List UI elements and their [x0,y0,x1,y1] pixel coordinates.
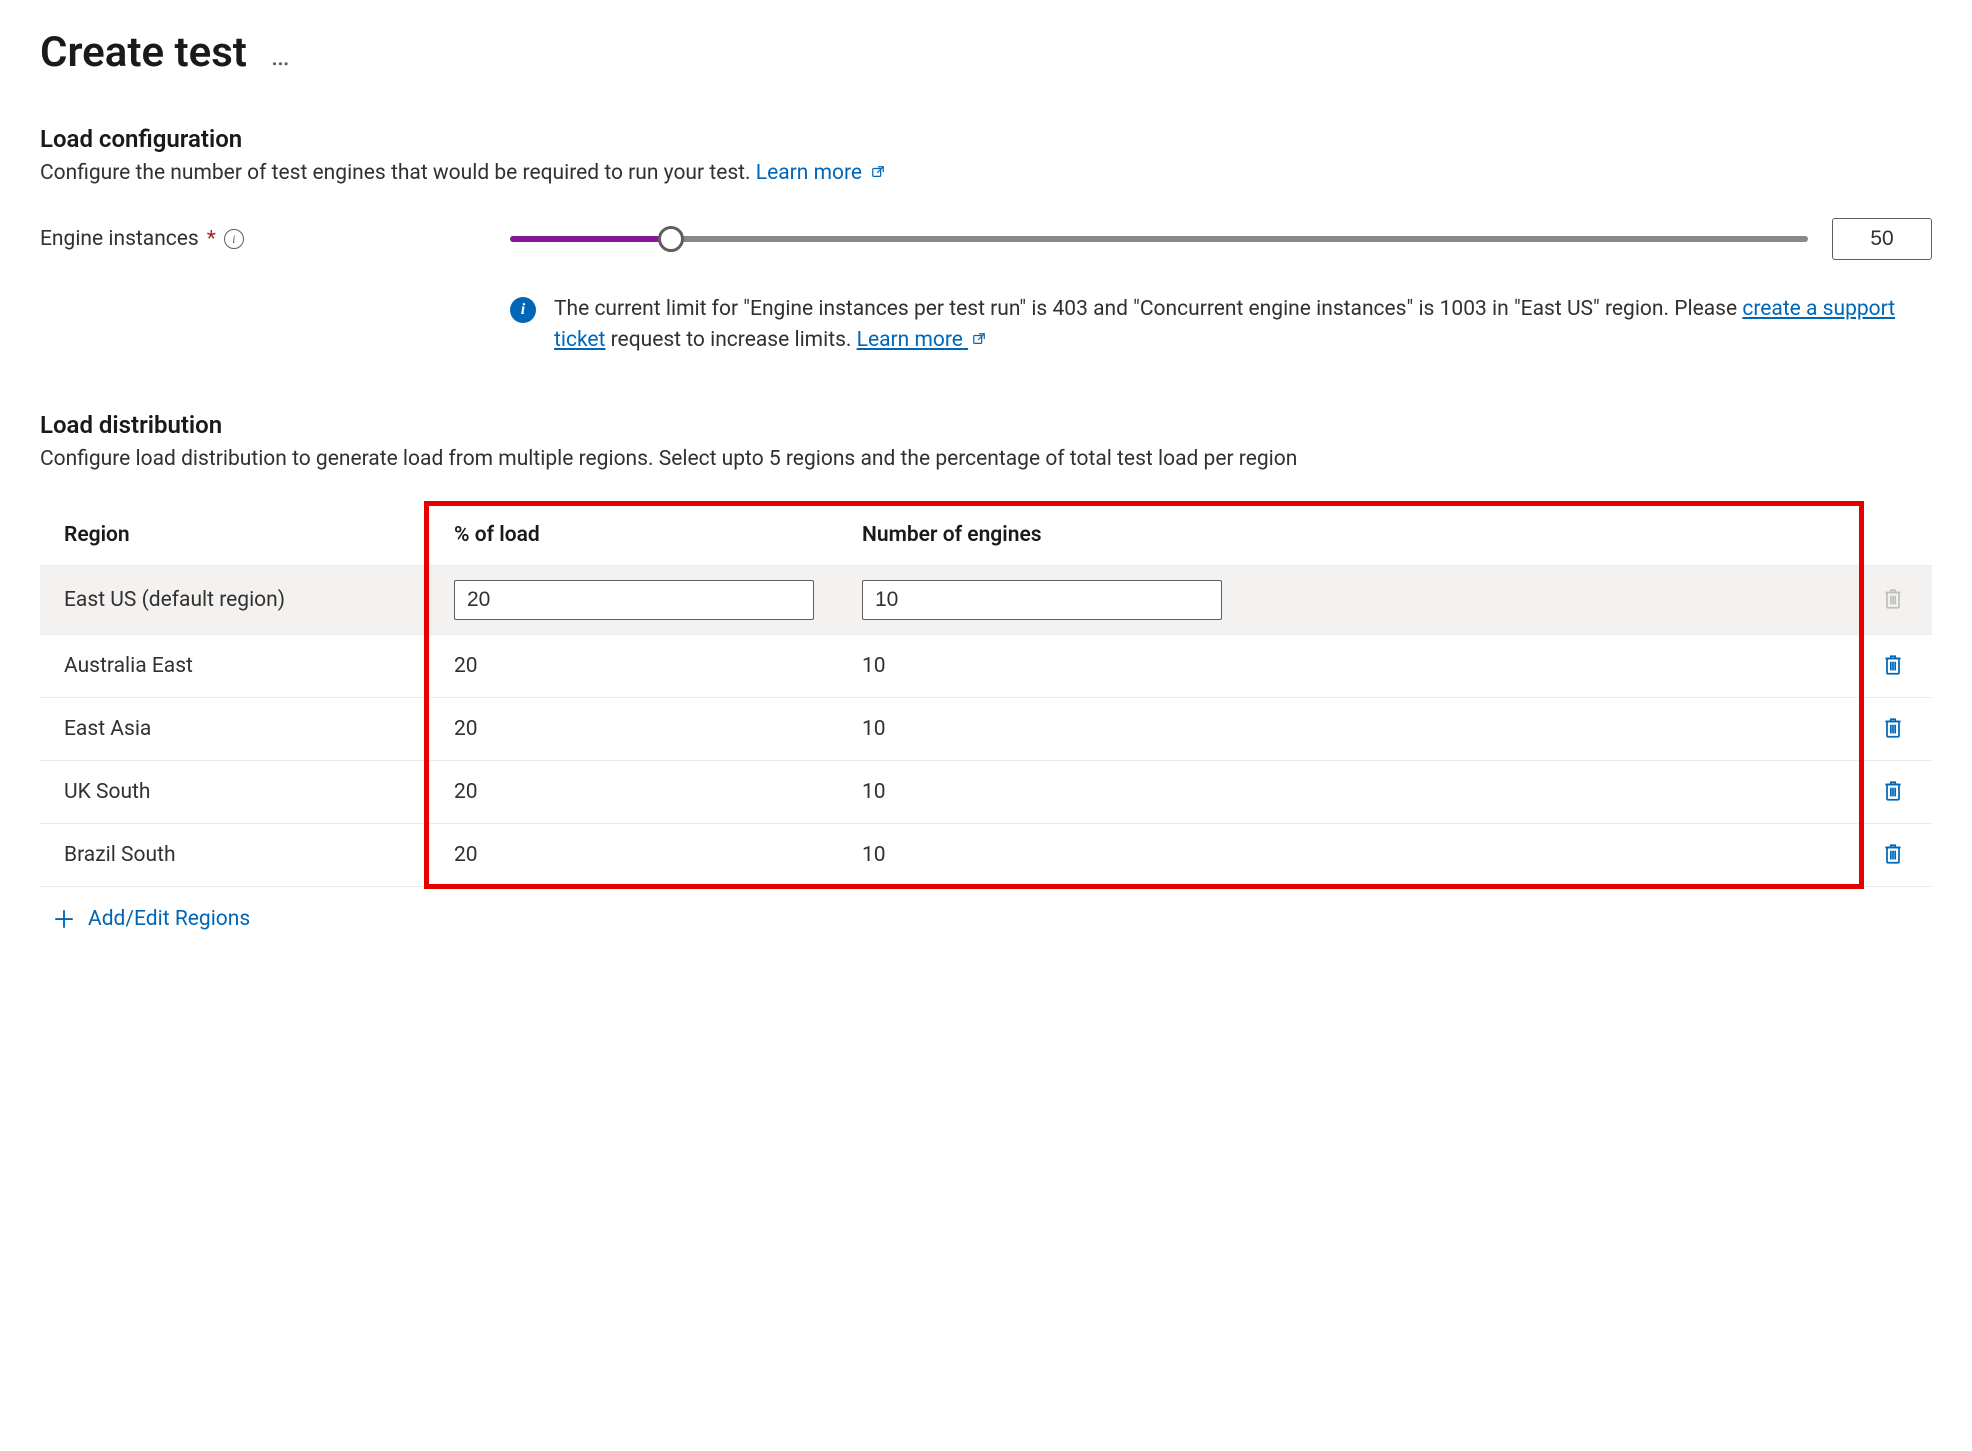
add-edit-regions-label: Add/Edit Regions [88,907,250,931]
external-link-icon [871,165,885,179]
load-distribution-table: Region % of load Number of engines East … [40,505,1932,887]
slider-thumb[interactable] [658,226,684,252]
engine-instances-label: Engine instances * i [40,227,510,251]
load-dist-description: Configure load distribution to generate … [40,445,1932,474]
engine-instances-input[interactable] [1832,218,1932,260]
learn-more-limits-link[interactable]: Learn more [857,328,986,352]
num-engines-cell: 10 [838,823,1854,886]
region-cell: UK South [40,760,430,823]
engine-instances-slider[interactable] [510,236,1808,242]
percent-load-input[interactable] [454,580,814,620]
percent-load-cell: 20 [430,823,838,886]
load-config-heading: Load configuration [40,125,1932,153]
region-cell: East Asia [40,697,430,760]
table-row: Brazil South2010 [40,823,1932,886]
percent-load-cell: 20 [430,760,838,823]
learn-more-label: Learn more [756,161,862,185]
load-config-description: Configure the number of test engines tha… [40,159,1932,188]
table-row: UK South2010 [40,760,1932,823]
num-engines-input[interactable] [862,580,1222,620]
delete-row-button[interactable] [1878,712,1908,744]
engine-limit-message: The current limit for "Engine instances … [554,294,1912,355]
num-engines-cell: 10 [838,760,1854,823]
percent-load-cell: 20 [430,697,838,760]
load-config-description-text: Configure the number of test engines tha… [40,161,756,185]
load-dist-heading: Load distribution [40,411,1932,439]
num-engines-cell: 10 [838,697,1854,760]
info-badge-icon: i [510,297,536,323]
learn-more-link[interactable]: Learn more [756,161,885,185]
region-cell: Australia East [40,634,430,697]
delete-row-button [1878,583,1908,615]
info-icon[interactable]: i [224,229,244,249]
required-indicator: * [207,227,216,251]
external-link-icon [972,332,986,346]
table-row: East Asia2010 [40,697,1932,760]
column-header-engines: Number of engines [838,505,1854,566]
table-row: Australia East2010 [40,634,1932,697]
more-actions-icon[interactable]: … [271,36,292,70]
num-engines-cell: 10 [838,634,1854,697]
column-header-load: % of load [430,505,838,566]
column-header-region: Region [40,505,430,566]
add-edit-regions-button[interactable]: Add/Edit Regions [54,907,250,931]
plus-icon [54,909,74,929]
region-cell: Brazil South [40,823,430,886]
engine-limit-text-1: The current limit for "Engine instances … [554,297,1742,321]
engine-instances-label-text: Engine instances [40,227,199,251]
region-cell: East US (default region) [40,565,430,634]
page-title: Create test [40,28,247,77]
delete-row-button[interactable] [1878,775,1908,807]
percent-load-cell: 20 [430,634,838,697]
delete-row-button[interactable] [1878,649,1908,681]
engine-limit-text-2: request to increase limits. [605,328,856,352]
learn-more-limits-label: Learn more [857,328,963,352]
table-row: East US (default region) [40,565,1932,634]
delete-row-button[interactable] [1878,838,1908,870]
